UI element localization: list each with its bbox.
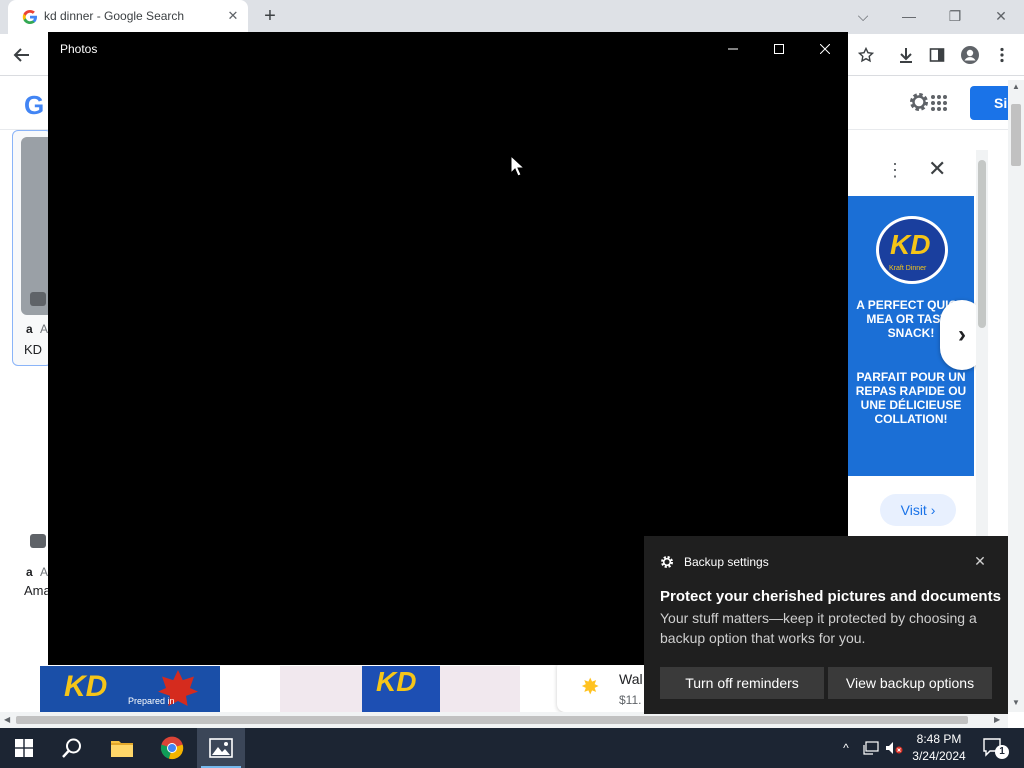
chrome-minimize-button[interactable]: —	[896, 4, 922, 28]
merchant-name: Wal	[619, 671, 643, 687]
product-title[interactable]: KD	[24, 342, 42, 357]
search-icon	[62, 738, 81, 758]
star-icon	[858, 47, 874, 63]
price-tag-icon	[30, 292, 46, 306]
notification-close-icon[interactable]: ✕	[972, 553, 988, 569]
browser-tab[interactable]: kd dinner - Google Search ✕	[8, 0, 248, 34]
walmart-spark-icon: ✸	[581, 674, 600, 699]
taskbar-photos[interactable]	[197, 728, 245, 768]
photos-icon	[209, 738, 233, 758]
clock-date: 3/24/2024	[912, 749, 966, 763]
mouse-cursor-icon	[510, 155, 524, 177]
chrome-close-button[interactable]: ✕	[988, 4, 1014, 28]
system-clock[interactable]: 8:48 PM 3/24/2024	[900, 731, 978, 765]
kd-logo-text: KD	[890, 229, 931, 260]
notification-icon	[983, 738, 1009, 759]
more-menu-icon	[1000, 47, 1004, 63]
downloads-button[interactable]	[893, 42, 919, 68]
new-tab-button[interactable]: +	[258, 5, 282, 29]
product-price: $11.	[619, 693, 642, 707]
chrome-tabstrip: kd dinner - Google Search ✕ + ⌵ — ❐ ✕	[0, 0, 1024, 34]
sign-in-button[interactable]: Si	[970, 86, 1008, 120]
vertical-scroll-thumb[interactable]	[1011, 104, 1021, 166]
merchant-name: A	[40, 322, 49, 336]
photos-maximize-button[interactable]	[756, 36, 802, 62]
back-button[interactable]	[9, 42, 35, 68]
amazon-logo-icon: a	[26, 565, 33, 579]
settings-gear-icon[interactable]	[907, 90, 931, 114]
scroll-down-icon[interactable]: ▼	[1012, 698, 1020, 707]
show-hidden-icons-chevron-icon[interactable]: ^	[836, 738, 856, 758]
product-image-kd-box[interactable]: KD	[280, 666, 520, 712]
google-logo[interactable]: G	[24, 90, 44, 121]
photos-close-button[interactable]	[802, 36, 848, 62]
settings-gear-icon	[661, 556, 673, 568]
photos-minimize-button[interactable]	[710, 36, 756, 62]
network-icon[interactable]	[861, 738, 881, 758]
kraft-dinner-text: Kraft Dinner	[889, 265, 927, 272]
notification-app-name: Backup settings	[684, 555, 769, 569]
turn-off-reminders-button[interactable]: Turn off reminders	[660, 667, 824, 699]
google-apps-icon[interactable]	[930, 94, 948, 112]
scroll-up-icon[interactable]: ▲	[1012, 82, 1020, 91]
maximize-icon	[774, 44, 784, 54]
kd-logo-text: KD	[376, 666, 417, 697]
prepared-in-text: Prepared in	[128, 696, 175, 706]
taskbar-file-explorer[interactable]	[98, 728, 146, 768]
ad-french-text: PARFAIT POUR UN REPAS RAPIDE OU UNE DÉLI…	[855, 370, 967, 426]
download-icon	[900, 48, 912, 63]
taskbar: ^ 8:48 PM 3/24/2024 1	[0, 728, 1024, 768]
more-options-icon[interactable]: ⋮	[886, 160, 904, 180]
backup-notification[interactable]: Backup settings ✕ Protect your cherished…	[644, 536, 1008, 714]
panel-scrollbar[interactable]	[976, 150, 988, 536]
close-icon	[820, 44, 830, 54]
start-button[interactable]	[0, 728, 48, 768]
vertical-scrollbar[interactable]: ▲ ▼	[1008, 80, 1024, 712]
clock-time: 8:48 PM	[916, 732, 962, 746]
kd-logo: KD Kraft Dinner	[876, 216, 948, 284]
minimize-icon	[728, 48, 738, 50]
panel-scroll-thumb[interactable]	[978, 160, 986, 328]
bookmark-button[interactable]	[853, 42, 879, 68]
start-icon	[15, 739, 33, 757]
product-title[interactable]: Ama	[24, 583, 51, 598]
horizontal-scrollbar[interactable]: ◀ ▶	[0, 712, 1008, 728]
file-explorer-icon	[111, 741, 133, 757]
close-panel-icon[interactable]: ✕	[928, 158, 948, 180]
chrome-menu-button[interactable]	[989, 42, 1015, 68]
horizontal-scroll-thumb[interactable]	[16, 716, 968, 724]
tab-title: kd dinner - Google Search	[44, 9, 185, 23]
view-backup-options-button[interactable]: View backup options	[828, 667, 992, 699]
tab-search-button[interactable]: ⌵	[850, 4, 876, 28]
chrome-restore-button[interactable]: ❐	[942, 4, 968, 28]
visit-button[interactable]: Visit ›	[880, 494, 956, 526]
photos-title: Photos	[60, 42, 98, 56]
back-arrow-icon	[13, 48, 29, 62]
tab-close-icon[interactable]: ✕	[224, 7, 242, 25]
scroll-right-icon[interactable]: ▶	[994, 715, 1000, 724]
taskbar-chrome[interactable]	[148, 728, 196, 768]
side-panel-icon	[929, 48, 945, 62]
taskbar-search-button[interactable]	[48, 728, 96, 768]
price-tag-icon	[30, 534, 46, 548]
chrome-icon	[160, 736, 184, 760]
kd-logo-text: KD	[64, 670, 108, 703]
profile-button[interactable]	[957, 42, 983, 68]
merchant-name: A	[40, 565, 49, 579]
amazon-logo-icon: a	[26, 322, 33, 336]
notification-body: Your stuff matters—keep it protected by …	[660, 610, 977, 646]
profile-icon	[961, 46, 979, 64]
scroll-left-icon[interactable]: ◀	[4, 715, 10, 724]
notification-heading: Protect your cherished pictures and docu…	[660, 588, 1001, 605]
product-image-kd-canada[interactable]: KD Prepared in	[40, 666, 220, 712]
action-center-button[interactable]: 1	[982, 736, 1012, 760]
side-panel-button[interactable]	[924, 42, 950, 68]
google-favicon-icon	[22, 10, 37, 24]
notification-count: 1	[999, 746, 1005, 757]
